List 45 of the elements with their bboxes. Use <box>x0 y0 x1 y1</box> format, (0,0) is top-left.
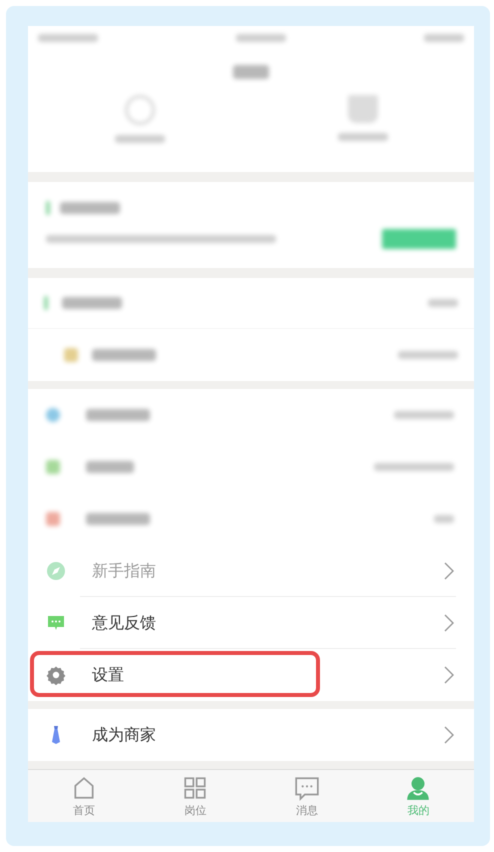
chevron-icon <box>444 614 454 632</box>
blurred-label <box>338 132 388 141</box>
menu-label: 成为商家 <box>92 724 156 746</box>
message-icon <box>294 774 320 801</box>
blurred-status <box>236 34 286 42</box>
person-icon <box>405 774 432 801</box>
blurred-link[interactable] <box>428 299 458 308</box>
blurred-status <box>424 34 464 42</box>
tab[interactable]: 首页 <box>28 770 140 822</box>
menu-item[interactable]: 成为商家 <box>28 709 474 762</box>
blurred-icon <box>46 460 60 474</box>
blurred-marker <box>44 296 48 310</box>
blurred-label <box>86 513 150 526</box>
blurred-label <box>86 461 134 474</box>
blurred-icon <box>46 512 60 526</box>
blurred-label <box>114 134 164 143</box>
blurred-value <box>398 351 458 360</box>
blurred-icon <box>46 408 60 422</box>
blurred-icon <box>64 348 78 362</box>
blurred-button[interactable] <box>382 228 456 249</box>
chevron-icon <box>444 562 454 580</box>
menu-item[interactable]: 设置 <box>28 649 474 702</box>
menu-item[interactable]: 意见反馈 <box>28 597 474 650</box>
menu-label: 新手指南 <box>92 560 156 582</box>
blurred-value <box>434 515 454 524</box>
menu-label: 意见反馈 <box>92 612 156 634</box>
settings-icon <box>46 665 66 686</box>
compass-icon <box>46 561 66 582</box>
chevron-icon <box>444 666 454 684</box>
blurred-label <box>92 349 156 362</box>
blurred-value <box>394 411 454 420</box>
blurred-marker <box>46 200 50 215</box>
blurred-status <box>38 34 98 42</box>
menu-item[interactable]: 新手指南 <box>28 545 474 598</box>
tab[interactable]: 消息 <box>251 770 362 822</box>
blurred-label <box>86 409 150 422</box>
grid-icon <box>182 774 208 801</box>
tab[interactable]: 岗位 <box>140 770 251 822</box>
chevron-icon <box>444 726 454 744</box>
blurred-title <box>233 65 269 80</box>
blurred-icon <box>348 94 378 123</box>
blurred-heading <box>62 297 122 310</box>
blurred-heading <box>60 202 120 214</box>
menu-label: 设置 <box>92 664 124 686</box>
tab[interactable]: 我的 <box>362 770 474 822</box>
